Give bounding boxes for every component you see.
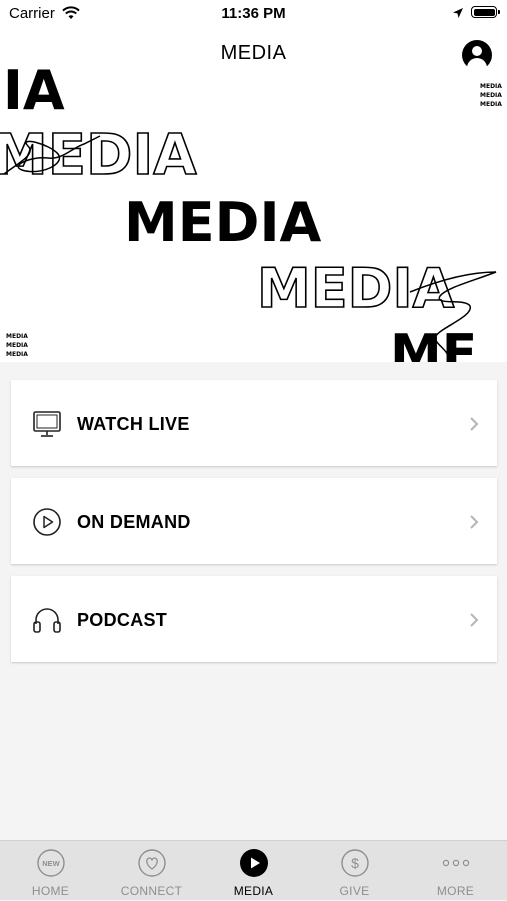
location-arrow-icon	[453, 8, 463, 18]
media-menu: WATCH LIVE ON DEMAND PODCAST	[11, 380, 497, 674]
battery-icon	[471, 6, 500, 18]
new-badge-icon: NEW	[37, 849, 65, 877]
monitor-icon	[33, 411, 61, 437]
chevron-right-icon	[470, 613, 479, 627]
tab-label: GIVE	[339, 884, 370, 898]
scribble-decoration	[3, 135, 497, 362]
tab-label: HOME	[31, 884, 70, 898]
tab-more[interactable]: MORE	[405, 841, 506, 901]
chevron-right-icon	[470, 417, 479, 431]
tab-bar: NEW HOME CONNECT MEDIA $ GIVE MORE	[0, 840, 507, 900]
menu-item-label: WATCH LIVE	[77, 414, 190, 434]
tab-connect[interactable]: CONNECT	[101, 841, 202, 901]
tab-give[interactable]: $ GIVE	[304, 841, 405, 901]
play-circle-icon	[33, 508, 61, 536]
heart-circle-icon	[138, 849, 166, 877]
chevron-right-icon	[470, 515, 479, 529]
on-demand-item[interactable]: ON DEMAND	[11, 478, 497, 564]
tab-media[interactable]: MEDIA	[203, 841, 304, 901]
menu-item-label: ON DEMAND	[77, 512, 191, 532]
svg-text:NEW: NEW	[42, 859, 60, 868]
tab-label: MEDIA	[233, 884, 274, 898]
more-dots-icon	[442, 859, 470, 867]
page-title: MEDIA	[220, 42, 287, 64]
play-circle-icon	[240, 849, 268, 877]
svg-text:$: $	[351, 855, 359, 871]
watch-live-item[interactable]: WATCH LIVE	[11, 380, 497, 466]
headphones-icon	[33, 608, 61, 633]
tab-label: CONNECT	[120, 884, 183, 898]
status-bar: Carrier 11:36 PM	[0, 0, 507, 30]
menu-item-label: PODCAST	[77, 610, 168, 630]
podcast-item[interactable]: PODCAST	[11, 576, 497, 662]
tab-label: MORE	[436, 884, 475, 898]
tab-home[interactable]: NEW HOME	[0, 841, 101, 901]
media-hero-banner: DIA MEDIA MEDIA MEDIA ME MEDIA MEDIA MED…	[0, 66, 507, 362]
clock: 11:36 PM	[221, 5, 286, 22]
dollar-circle-icon: $	[341, 849, 369, 877]
